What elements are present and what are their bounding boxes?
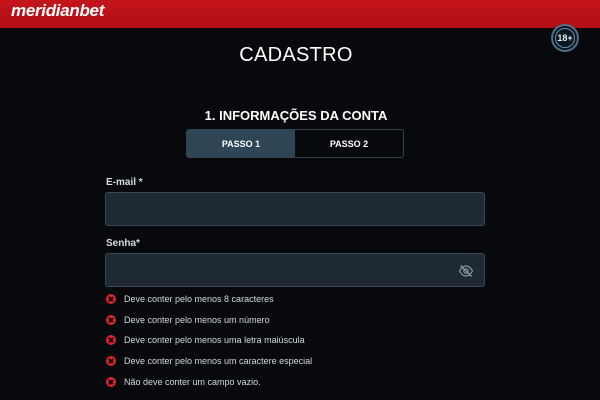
password-label: Senha*	[106, 238, 140, 249]
registration-page: meridianbet 18+ CADASTRO 1. INFORMAÇÕES …	[0, 0, 600, 400]
page-title: CADASTRO	[239, 44, 353, 66]
rule-text: Deve conter pelo menos 8 caracteres	[124, 294, 274, 304]
tab-step-2[interactable]: PASSO 2	[295, 130, 403, 157]
top-bar: meridianbet	[0, 0, 600, 28]
rule-text: Não deve conter um campo vazio.	[124, 377, 261, 387]
error-x-icon	[106, 315, 116, 325]
error-x-icon	[106, 356, 116, 366]
email-field[interactable]	[105, 192, 485, 226]
rule-text: Deve conter pelo menos uma letra maiúscu…	[124, 335, 305, 345]
rule-text: Deve conter pelo menos um caractere espe…	[124, 356, 313, 366]
tab-step-1[interactable]: PASSO 1	[187, 130, 295, 157]
error-x-icon	[106, 335, 116, 345]
meridianbet-logo[interactable]: meridianbet	[11, 1, 104, 21]
error-x-icon	[106, 294, 116, 304]
password-field[interactable]	[105, 253, 485, 287]
step-tabs: PASSO 1 PASSO 2	[186, 129, 404, 158]
email-label: E-mail *	[106, 177, 143, 188]
rule-text: Deve conter pelo menos um número	[124, 315, 270, 325]
eye-slash-icon[interactable]	[458, 264, 474, 278]
error-x-icon	[106, 377, 116, 387]
section-title: 1. INFORMAÇÕES DA CONTA	[204, 108, 388, 123]
